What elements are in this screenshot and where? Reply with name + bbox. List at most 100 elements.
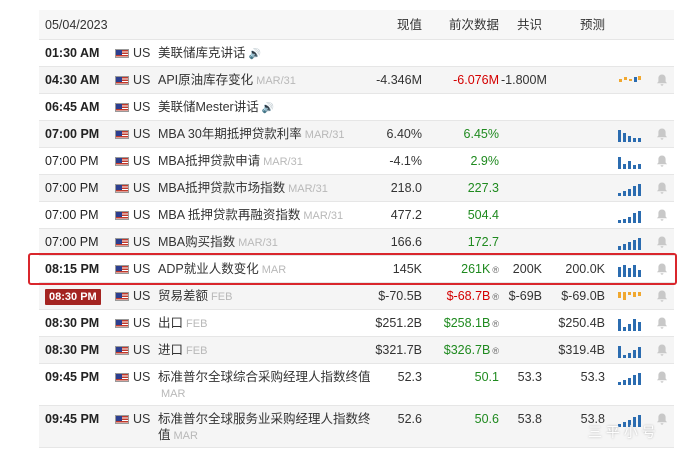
event-name-cell[interactable]: MBA 30年期抵押贷款利率 MAR/31: [158, 121, 345, 148]
event-name[interactable]: MBA抵押贷款申请: [158, 154, 260, 168]
bell-icon[interactable]: [655, 235, 669, 249]
actual-value: 218.0: [390, 181, 422, 195]
event-name-cell[interactable]: MBA抵押贷款申请 MAR/31: [158, 148, 303, 175]
speaker-icon: 🔊: [248, 49, 261, 60]
watermark: 三 平 小 号: [588, 424, 656, 440]
consensus-value: -1.800M: [501, 73, 547, 87]
bell-icon[interactable]: [655, 181, 669, 195]
bell-icon[interactable]: [655, 343, 669, 357]
history-chart-icon[interactable]: [617, 290, 641, 304]
table-row[interactable]: 07:00 PM US MBA购买指数 MAR/31 166.6 172.7: [39, 229, 674, 256]
event-period: MAR: [261, 264, 287, 276]
table-row[interactable]: 07:00 PM US MBA 30年期抵押贷款利率 MAR/31 6.40% 6…: [39, 121, 674, 148]
event-name[interactable]: 贸易差额: [158, 289, 208, 303]
event-name[interactable]: MBA 30年期抵押贷款利率: [158, 127, 302, 141]
history-chart-icon[interactable]: [617, 236, 641, 250]
history-chart-icon[interactable]: [617, 182, 641, 196]
event-name[interactable]: API原油库存变化: [158, 73, 253, 87]
revised-icon[interactable]: ®: [492, 265, 499, 275]
table-row[interactable]: 08:30 PM US 进口 FEB $321.7B $326.7B ® $319.…: [39, 337, 674, 364]
forecast-header[interactable]: 预测: [549, 10, 605, 40]
event-name-cell[interactable]: API原油库存变化 MAR/31: [158, 67, 296, 94]
event-name-cell[interactable]: 标准普尔全球服务业采购经理人指数终值 MAR: [158, 411, 376, 444]
event-name-cell[interactable]: 出口 FEB: [158, 310, 207, 337]
table-row[interactable]: 07:00 PM US MBA抵押贷款申请 MAR/31 -4.1% 2.9%: [39, 148, 674, 175]
table-row[interactable]: 09:45 PM US 标准普尔全球服务业采购经理人指数终值 MAR 52.6 5…: [39, 406, 674, 448]
actual-value: 145K: [392, 262, 422, 276]
country-code: US: [133, 46, 151, 60]
table-row[interactable]: 08:30 PM US 贸易差额 FEB $-70.5B $-68.7B ® $-6…: [39, 283, 674, 310]
event-name-cell[interactable]: MBA 抵押贷款再融资指数 MAR/31: [158, 202, 343, 229]
bell-icon[interactable]: [655, 262, 669, 276]
history-chart-icon[interactable]: [617, 317, 641, 331]
table-row[interactable]: 09:45 PM US 标准普尔全球综合采购经理人指数终值 MAR 52.3 50…: [39, 364, 674, 406]
table-row[interactable]: 04:30 AM US API原油库存变化 MAR/31 -4.346M -6.0…: [39, 67, 674, 94]
actual-value: -4.346M: [376, 73, 422, 87]
us-flag-icon: [115, 157, 129, 166]
event-period: MAR/31: [288, 183, 328, 195]
us-flag-icon: [115, 373, 129, 382]
previous-value-cell: 261K ®: [429, 256, 499, 283]
table-row[interactable]: 01:30 AM US 美联储库克讲话 🔊: [39, 40, 674, 67]
event-name[interactable]: ADP就业人数变化: [158, 262, 259, 276]
previous-value: 6.45%: [463, 127, 499, 141]
previous-value-cell: $-68.7B ®: [429, 283, 499, 310]
us-flag-icon: [115, 346, 129, 355]
us-flag-icon: [115, 130, 129, 139]
event-name[interactable]: 进口: [158, 343, 183, 357]
revised-icon[interactable]: ®: [492, 319, 499, 329]
event-period: FEB: [186, 345, 208, 357]
country-code: US: [133, 235, 151, 249]
event-name[interactable]: 美联储库克讲话: [158, 46, 246, 60]
actual-header[interactable]: 现值: [359, 10, 422, 40]
bell-icon[interactable]: [655, 127, 669, 141]
event-name[interactable]: MBA购买指数: [158, 235, 235, 249]
history-chart-icon[interactable]: [617, 209, 641, 223]
revised-icon[interactable]: ®: [492, 292, 499, 302]
bell-icon[interactable]: [655, 412, 669, 426]
history-chart-icon[interactable]: [617, 263, 641, 277]
country-code: US: [133, 73, 151, 87]
consensus-header[interactable]: 共识: [501, 10, 542, 40]
history-chart-icon[interactable]: [617, 74, 641, 88]
country-code: US: [133, 127, 151, 141]
bell-icon[interactable]: [655, 73, 669, 87]
event-name-cell[interactable]: 标准普尔全球综合采购经理人指数终值 MAR: [158, 369, 376, 402]
forecast-value: $-69.0B: [561, 289, 605, 303]
event-name-cell[interactable]: ADP就业人数变化 MAR: [158, 256, 286, 283]
event-name-cell[interactable]: 进口 FEB: [158, 337, 207, 364]
event-name[interactable]: 美联储Mester讲话: [158, 100, 259, 114]
history-chart-icon[interactable]: [617, 344, 641, 358]
table-row[interactable]: 07:00 PM US MBA 抵押贷款再融资指数 MAR/31 477.2 50…: [39, 202, 674, 229]
event-name[interactable]: 标准普尔全球综合采购经理人指数终值: [158, 370, 371, 384]
bell-icon[interactable]: [655, 289, 669, 303]
bell-icon[interactable]: [655, 316, 669, 330]
us-flag-icon: [115, 76, 129, 85]
previous-value: 50.6: [474, 412, 499, 426]
event-name-cell[interactable]: MBA购买指数 MAR/31: [158, 229, 278, 256]
history-chart-icon[interactable]: [617, 371, 641, 385]
bell-icon[interactable]: [655, 370, 669, 384]
table-row[interactable]: 06:45 AM US 美联储Mester讲话 🔊: [39, 94, 674, 121]
history-chart-icon[interactable]: [617, 128, 641, 142]
event-name[interactable]: 出口: [158, 316, 183, 330]
revised-icon[interactable]: ®: [492, 346, 499, 356]
event-name-cell[interactable]: 贸易差额 FEB: [158, 283, 232, 310]
economic-calendar-table: 05/04/2023 现值 前次数据 共识 预测 01:30 AM US 美联储…: [39, 10, 674, 448]
table-row[interactable]: 07:00 PM US MBA抵押贷款市场指数 MAR/31 218.0 227.…: [39, 175, 674, 202]
event-name-cell[interactable]: 美联储库克讲话 🔊: [158, 40, 261, 67]
event-time: 04:30 AM: [45, 73, 100, 87]
event-name-cell[interactable]: MBA抵押贷款市场指数 MAR/31: [158, 175, 328, 202]
table-row[interactable]: 08:15 PM US ADP就业人数变化 MAR 145K 261K ® 200K…: [39, 256, 674, 283]
country-code: US: [133, 316, 151, 330]
event-name[interactable]: MBA抵押贷款市场指数: [158, 181, 285, 195]
event-name[interactable]: MBA 抵押贷款再融资指数: [158, 208, 300, 222]
actual-value: 52.6: [397, 412, 422, 426]
actual-value: 6.40%: [386, 127, 422, 141]
bell-icon[interactable]: [655, 154, 669, 168]
table-row[interactable]: 08:30 PM US 出口 FEB $251.2B $258.1B ® $250.…: [39, 310, 674, 337]
history-chart-icon[interactable]: [617, 155, 641, 169]
previous-header[interactable]: 前次数据: [429, 10, 499, 40]
bell-icon[interactable]: [655, 208, 669, 222]
event-name-cell[interactable]: 美联储Mester讲话 🔊: [158, 94, 274, 121]
